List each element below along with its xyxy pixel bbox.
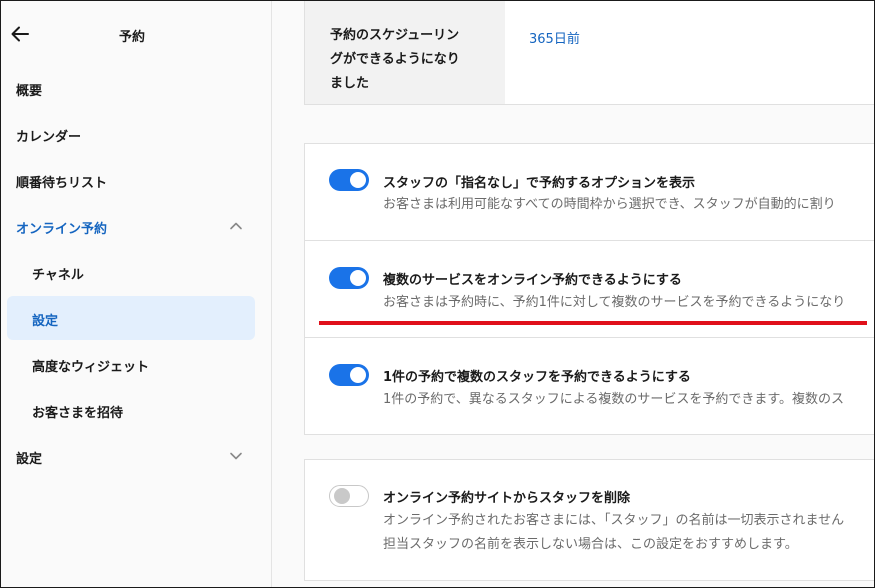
setting-title: オンライン予約サイトからスタッフを削除 (383, 491, 631, 506)
scheduling-card: 予約のスケジューリン グができるようになり ました 365日前 (304, 1, 874, 105)
main-content: 予約のスケジューリン グができるようになり ました 365日前 スタッフの「指名… (272, 1, 874, 587)
setting-row-no-preference: スタッフの「指名なし」で予約するオプションを表示 お客さまは利用可能なすべての時… (305, 144, 874, 240)
settings-group: スタッフの「指名なし」で予約するオプションを表示 お客さまは利用可能なすべての時… (304, 143, 874, 435)
sidebar-item-label: 高度なウィジェット (32, 360, 150, 375)
setting-title: スタッフの「指名なし」で予約するオプションを表示 (383, 176, 696, 191)
sidebar-header: 予約 (1, 15, 271, 55)
setting-description-line: 担当スタッフの名前を表示しない場合は、この設定をおすすめします。 (383, 537, 798, 552)
scheduling-label: 予約のスケジューリン グができるようになり ました (330, 24, 480, 96)
scheduling-value-link[interactable]: 365日前 (529, 28, 580, 47)
no-preference-toggle[interactable] (329, 169, 369, 191)
sidebar-item-label: 設定 (16, 452, 43, 467)
sidebar-item-advanced-widgets[interactable]: 高度なウィジェット (7, 342, 255, 386)
sidebar: 予約 概要 カレンダー 順番待ちリスト オンライン予約 チャネル 設定 高度なウ… (1, 1, 272, 587)
multiple-services-toggle[interactable] (329, 267, 369, 289)
toggle-knob (350, 367, 366, 383)
app-window: 予約 概要 カレンダー 順番待ちリスト オンライン予約 チャネル 設定 高度なウ… (0, 0, 875, 588)
sidebar-item-invite-customers[interactable]: お客さまを招待 (7, 388, 255, 432)
sidebar-item-label: オンライン予約 (16, 222, 108, 237)
sidebar-item-label: 順番待ちリスト (16, 176, 108, 191)
sidebar-item-settings[interactable]: 設定 (7, 434, 255, 478)
settings-group-staff-visibility: オンライン予約サイトからスタッフを削除 オンライン予約されたお客さまには、「スタ… (304, 459, 874, 581)
sidebar-item-online-booking[interactable]: オンライン予約 (7, 204, 255, 248)
sidebar-item-label: 概要 (16, 84, 43, 99)
multiple-staff-toggle[interactable] (329, 364, 369, 386)
sidebar-item-calendar[interactable]: カレンダー (7, 112, 255, 156)
chevron-down-icon (230, 452, 242, 460)
sidebar-item-overview[interactable]: 概要 (7, 66, 255, 110)
scheduling-label-line: グができるようになり (330, 52, 460, 67)
sidebar-item-label: チャネル (32, 268, 84, 283)
sidebar-item-label: お客さまを招待 (32, 406, 124, 421)
sidebar-item-label: カレンダー (16, 130, 82, 145)
scheduling-label-line: 予約のスケジューリン (330, 28, 460, 43)
scheduling-label-cell: 予約のスケジューリン グができるようになり ました (305, 1, 505, 104)
remove-staff-toggle[interactable] (329, 485, 369, 507)
sidebar-item-label: 設定 (32, 314, 59, 329)
sidebar-title: 予約 (118, 30, 145, 45)
setting-description: オンライン予約されたお客さまには、「スタッフ」の名前は一切表示されません 担当ス… (383, 509, 844, 557)
scheduling-label-line: ました (330, 76, 370, 91)
toggle-knob (350, 172, 366, 188)
setting-description: 1件の予約で、異なるスタッフによる複数のサービスを予約できます。複数のス (383, 392, 845, 407)
highlight-underline (319, 321, 867, 325)
setting-description: お客さまは利用可能なすべての時間枠から選択でき、スタッフが自動的に割り (383, 197, 836, 212)
setting-description: お客さまは予約時に、予約1件に対して複数のサービスを予約できるようになり (383, 295, 846, 310)
setting-row-remove-staff: オンライン予約サイトからスタッフを削除 オンライン予約されたお客さまには、「スタ… (305, 460, 874, 580)
chevron-up-icon (230, 222, 242, 230)
setting-row-multiple-staff: 1件の予約で複数のスタッフを予約できるようにする 1件の予約で、異なるスタッフに… (305, 337, 874, 434)
setting-description-line: オンライン予約されたお客さまには、「スタッフ」の名前は一切表示されません (383, 513, 845, 528)
setting-title: 複数のサービスをオンライン予約できるようにする (383, 273, 682, 288)
sidebar-item-online-settings[interactable]: 設定 (7, 296, 255, 340)
sidebar-item-waitlist[interactable]: 順番待ちリスト (7, 158, 255, 202)
sidebar-item-channels[interactable]: チャネル (7, 250, 255, 294)
toggle-knob (334, 488, 350, 504)
toggle-knob (350, 270, 366, 286)
setting-title: 1件の予約で複数のスタッフを予約できるようにする (383, 370, 691, 385)
